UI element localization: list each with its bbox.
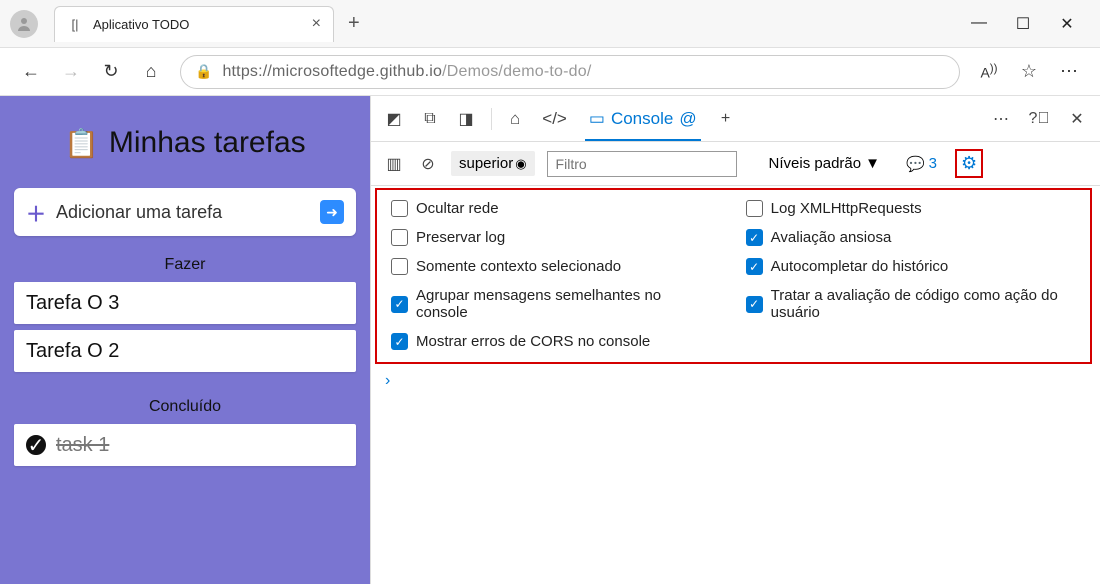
- page-title: Minhas tarefas: [109, 126, 306, 160]
- plus-icon: ＋: [26, 198, 46, 227]
- tab-close-icon[interactable]: ×: [312, 15, 321, 33]
- inspect-icon[interactable]: ◩: [383, 109, 405, 129]
- check-circle-icon: ✓: [26, 435, 46, 455]
- setting-label: Avaliação ansiosa: [771, 229, 892, 246]
- sidebar-toggle-icon[interactable]: ▥: [383, 154, 405, 174]
- new-tab-button[interactable]: +: [348, 12, 360, 35]
- setting-label: Mostrar erros de CORS no console: [416, 333, 650, 350]
- settings-col-right: Log XMLHttpRequests ✓ Avaliação ansiosa ✓ Au…: [746, 200, 1076, 350]
- task-row-done[interactable]: ✓ task 1: [14, 424, 356, 466]
- back-button[interactable]: ←: [20, 61, 42, 82]
- checkbox-icon[interactable]: [391, 229, 408, 246]
- setting-label: Log XMLHttpRequests: [771, 200, 922, 217]
- lock-icon: 🔒: [195, 63, 212, 80]
- settings-col-left: Ocultar rede Preservar log Somente context…: [391, 200, 686, 350]
- devtools-more-icon[interactable]: ⋯: [990, 109, 1012, 129]
- devtools-panel: ◩ ⧉ ◨ ⌂ </> ▭ Console @ + ⋯ ?⃝ ✕: [370, 96, 1100, 584]
- checkbox-icon[interactable]: [391, 200, 408, 217]
- context-selector[interactable]: superior ◉: [451, 151, 535, 176]
- eye-icon: ◉: [515, 156, 526, 172]
- maximize-button[interactable]: ☐: [1010, 14, 1036, 34]
- address-bar[interactable]: 🔒 https://microsoftedge.github.io/Demos/…: [180, 55, 960, 89]
- setting-label: Autocompletar do histórico: [771, 258, 949, 275]
- read-aloud-icon[interactable]: A)): [978, 62, 1000, 81]
- setting-label: Ocultar rede: [416, 200, 499, 217]
- setting-row[interactable]: Preservar log: [391, 229, 686, 246]
- tab-console-label: Console: [611, 109, 673, 129]
- done-heading: Concluído: [149, 398, 221, 416]
- task-label: Tarefa O 2: [26, 340, 119, 363]
- context-label: superior: [459, 155, 513, 172]
- clipboard-icon: 📋: [64, 127, 99, 160]
- console-toolbar: ▥ ⊘ superior ◉ Níveis padrão ▼ 💬 3 ⚙: [371, 142, 1100, 186]
- device-toggle-icon[interactable]: ⧉: [419, 110, 441, 128]
- task-row[interactable]: Tarefa O 3: [14, 282, 356, 324]
- log-levels-dropdown[interactable]: Níveis padrão ▼: [769, 155, 880, 172]
- setting-row[interactable]: ✓ Mostrar erros de CORS no console: [391, 333, 686, 350]
- more-menu-icon[interactable]: ⋯: [1058, 61, 1080, 82]
- browser-tab[interactable]: [| Aplicativo TODO ×: [54, 6, 334, 42]
- chat-icon: 💬: [906, 155, 925, 173]
- home-button[interactable]: ⌂: [140, 61, 162, 82]
- setting-row[interactable]: ✓ Avaliação ansiosa: [746, 229, 1076, 246]
- tab-welcome[interactable]: ⌂: [506, 109, 524, 129]
- levels-label: Níveis padrão: [769, 155, 862, 172]
- setting-row[interactable]: ✓ Tratar a avaliação de código como ação …: [746, 287, 1076, 321]
- setting-row[interactable]: ✓ Autocompletar do histórico: [746, 258, 1076, 275]
- setting-label: Somente contexto selecionado: [416, 258, 621, 275]
- todo-heading: Fazer: [165, 256, 206, 274]
- minimize-button[interactable]: —: [966, 14, 992, 34]
- setting-row[interactable]: Log XMLHttpRequests: [746, 200, 1076, 217]
- issues-count: 3: [929, 155, 937, 172]
- profile-avatar[interactable]: [10, 10, 38, 38]
- at-icon: @: [679, 109, 696, 129]
- favorite-icon[interactable]: ☆: [1018, 61, 1040, 82]
- issues-counter[interactable]: 💬 3: [906, 155, 937, 173]
- add-tab-icon[interactable]: +: [715, 110, 737, 128]
- checkbox-icon[interactable]: ✓: [746, 258, 763, 275]
- add-task-label: Adicionar uma tarefa: [56, 202, 222, 223]
- submit-arrow-icon[interactable]: ➜: [320, 200, 344, 224]
- tab-favicon-icon: [|: [67, 16, 83, 32]
- task-row[interactable]: Tarefa O 2: [14, 330, 356, 372]
- navbar: ← → ↻ ⌂ 🔒 https://microsoftedge.github.i…: [0, 48, 1100, 96]
- clear-console-icon[interactable]: ⊘: [417, 154, 439, 174]
- setting-label: Tratar a avaliação de código como ação d…: [771, 287, 1076, 321]
- checkbox-icon[interactable]: [746, 200, 763, 217]
- gear-icon[interactable]: ⚙: [961, 153, 977, 173]
- todo-app-page: 📋 Minhas tarefas ＋ Adicionar uma tarefa …: [0, 96, 370, 584]
- tab-console[interactable]: ▭ Console @: [585, 109, 701, 141]
- setting-row[interactable]: Ocultar rede: [391, 200, 686, 217]
- task-label: task 1: [56, 434, 109, 457]
- console-tab-icon: ▭: [589, 109, 605, 129]
- checkbox-icon[interactable]: [391, 258, 408, 275]
- devtools-tabbar: ◩ ⧉ ◨ ⌂ </> ▭ Console @ + ⋯ ?⃝ ✕: [371, 96, 1100, 142]
- checkbox-icon[interactable]: ✓: [746, 229, 763, 246]
- console-prompt[interactable]: ›: [371, 364, 1100, 398]
- dock-icon[interactable]: ◨: [455, 109, 477, 129]
- console-settings-panel: Ocultar rede Preservar log Somente context…: [375, 188, 1092, 364]
- checkbox-icon[interactable]: ✓: [391, 333, 408, 350]
- forward-button[interactable]: →: [60, 61, 82, 82]
- devtools-close-icon[interactable]: ✕: [1066, 109, 1088, 129]
- task-label: Tarefa O 3: [26, 292, 119, 315]
- close-window-button[interactable]: ✕: [1054, 14, 1080, 34]
- setting-row[interactable]: ✓ Agrupar mensagens semelhantes no consol…: [391, 287, 686, 321]
- tab-title: Aplicativo TODO: [93, 17, 302, 32]
- checkbox-icon[interactable]: ✓: [391, 296, 408, 313]
- filter-input[interactable]: [547, 151, 737, 177]
- titlebar: [| Aplicativo TODO × + — ☐ ✕: [0, 0, 1100, 48]
- tab-elements[interactable]: </>: [538, 109, 571, 129]
- setting-row[interactable]: Somente contexto selecionado: [391, 258, 686, 275]
- checkbox-icon[interactable]: ✓: [746, 296, 763, 313]
- dropdown-caret-icon: ▼: [865, 155, 880, 172]
- add-task-input[interactable]: ＋ Adicionar uma tarefa ➜: [14, 188, 356, 236]
- setting-label: Preservar log: [416, 229, 505, 246]
- help-icon[interactable]: ?⃝: [1028, 110, 1050, 128]
- refresh-button[interactable]: ↻: [100, 61, 122, 82]
- settings-gear-highlight: ⚙: [955, 149, 983, 178]
- setting-label: Agrupar mensagens semelhantes no console: [416, 287, 686, 321]
- url-text: https://microsoftedge.github.io/Demos/de…: [222, 63, 591, 81]
